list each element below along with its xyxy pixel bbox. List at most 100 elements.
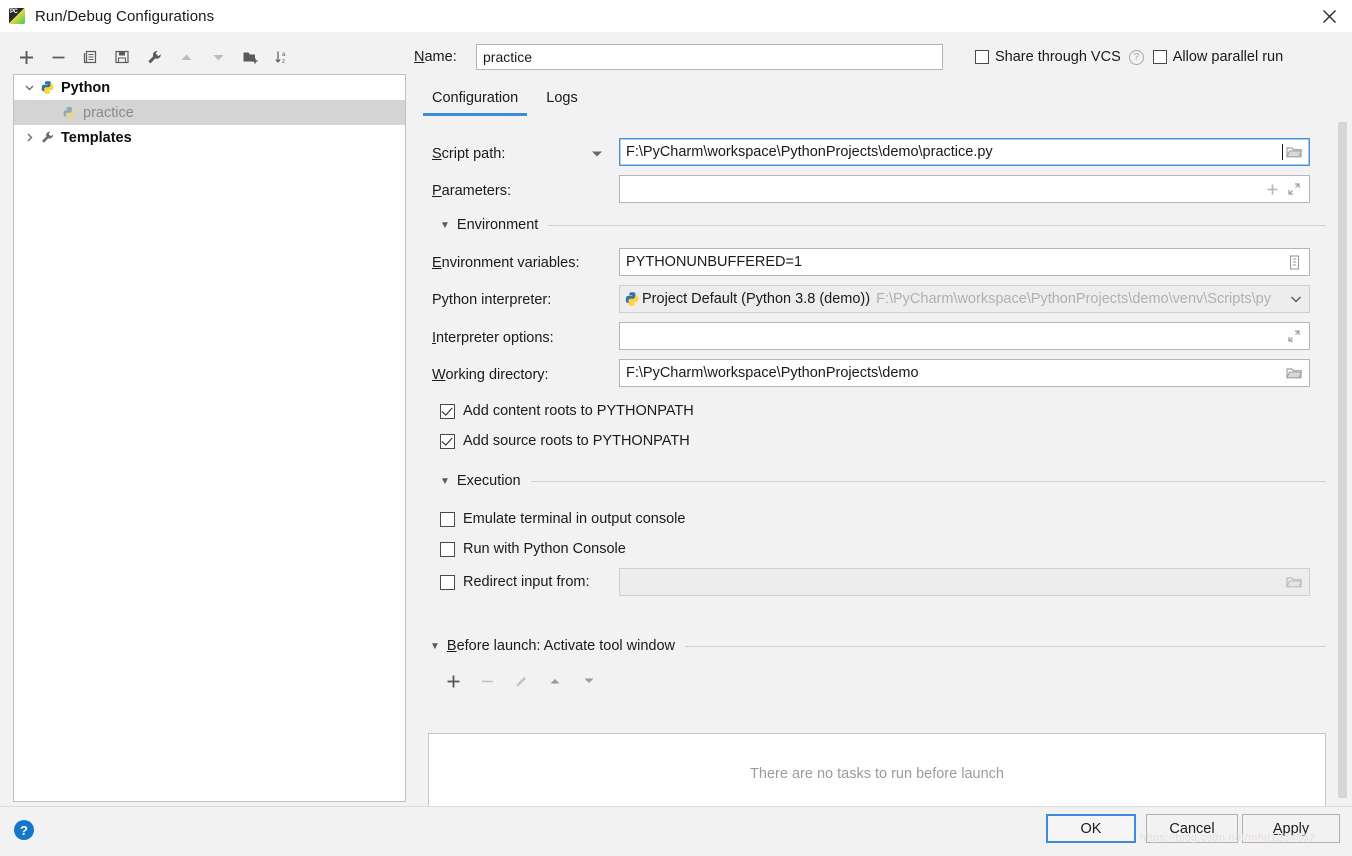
before-launch-section-header[interactable]: ▼ Before launch: Activate tool window <box>430 636 1326 656</box>
chevron-down-icon[interactable] <box>20 82 38 93</box>
folder-icon[interactable] <box>1283 575 1305 589</box>
dialog-title: Run/Debug Configurations <box>35 7 215 25</box>
execution-section-header[interactable]: ▼ Execution <box>440 471 1326 491</box>
tab-label: Configuration <box>432 90 519 106</box>
triangle-down-icon[interactable]: ▼ <box>440 476 450 487</box>
before-launch-move-up-button[interactable] <box>538 668 572 694</box>
before-launch-toolbar <box>436 668 606 694</box>
svg-text:z: z <box>282 58 285 65</box>
tree-node-label: Python <box>61 79 111 96</box>
pencil-icon[interactable] <box>504 668 538 694</box>
section-divider <box>685 645 1326 647</box>
emulate-terminal-checkbox[interactable]: Emulate terminal in output console <box>440 508 685 530</box>
svg-text:a: a <box>282 51 286 58</box>
expand-icon[interactable] <box>1283 182 1305 196</box>
tree-node-practice[interactable]: practice <box>14 100 405 125</box>
python-interpreter-label: Python interpreter: <box>432 292 552 308</box>
script-path-label: Script path: <box>432 146 506 162</box>
form-scrollbar-track[interactable] <box>1337 120 1350 806</box>
tree-node-label: Templates <box>61 129 132 146</box>
parameters-label: Parameters: <box>432 183 511 199</box>
run-with-python-console-checkbox[interactable]: Run with Python Console <box>440 538 626 560</box>
chevron-down-icon[interactable] <box>1287 295 1305 304</box>
before-launch-remove-button[interactable] <box>470 668 504 694</box>
ok-button[interactable]: OK <box>1046 814 1136 843</box>
emulate-terminal-label: Emulate terminal in output console <box>463 511 686 527</box>
execution-section-label: Execution <box>456 473 521 489</box>
configuration-form: Script path: F:\PyCharm\workspace\Python… <box>418 120 1352 806</box>
parameters-label-row: Parameters: <box>432 177 511 205</box>
list-edit-icon[interactable] <box>1283 254 1305 270</box>
python-file-icon <box>60 105 78 121</box>
interpreter-options-label-row: Interpreter options: <box>432 324 554 352</box>
redirect-input-path-field[interactable] <box>619 568 1310 596</box>
script-path-mode-chevron-down-icon[interactable] <box>588 147 606 161</box>
checkbox-box[interactable] <box>440 433 455 449</box>
share-through-vcs-label: Share through VCS <box>995 49 1121 65</box>
working-directory-input[interactable]: F:\PyCharm\workspace\PythonProjects\demo <box>619 359 1310 387</box>
tab-configuration[interactable]: Configuration <box>418 84 532 116</box>
python-interpreter-value: Project Default (Python 3.8 (demo)) <box>642 291 871 307</box>
configurations-toolbar: a z <box>10 42 410 72</box>
move-up-button[interactable] <box>170 43 202 71</box>
checkbox-box[interactable] <box>1152 50 1167 64</box>
checkbox-box[interactable] <box>440 511 455 527</box>
ok-label: OK <box>1080 820 1102 837</box>
close-icon[interactable] <box>1306 0 1352 32</box>
add-content-roots-label: Add content roots to PYTHONPATH <box>463 403 694 419</box>
add-configuration-button[interactable] <box>10 43 42 71</box>
checkbox-box[interactable] <box>975 50 989 64</box>
configuration-editor-pane: Name: Share through VCS ? Allow parallel… <box>414 36 1352 806</box>
redirect-input-checkbox[interactable]: Redirect input from: <box>440 571 590 593</box>
python-interpreter-label-row: Python interpreter: <box>432 286 551 314</box>
share-through-vcs-checkbox[interactable]: Share through VCS <box>975 49 1121 65</box>
folder-icon[interactable] <box>1283 145 1305 159</box>
folder-add-icon[interactable] <box>234 43 266 71</box>
environment-variables-label: Environment variables: <box>432 255 580 271</box>
working-directory-label: Working directory: <box>432 367 549 383</box>
python-icon <box>38 80 56 96</box>
remove-configuration-button[interactable] <box>42 43 74 71</box>
checkbox-box[interactable] <box>440 541 455 557</box>
tree-node-templates[interactable]: Templates <box>14 125 405 150</box>
allow-parallel-run-checkbox[interactable]: Allow parallel run <box>1152 49 1284 65</box>
python-interpreter-combobox[interactable]: Project Default (Python 3.8 (demo)) F:\P… <box>619 285 1310 313</box>
tab-logs[interactable]: Logs <box>532 84 591 112</box>
save-configuration-button[interactable] <box>106 43 138 71</box>
before-launch-add-button[interactable] <box>436 668 470 694</box>
name-input[interactable] <box>476 44 943 70</box>
expand-icon[interactable] <box>1283 329 1305 343</box>
add-source-roots-checkbox[interactable]: Add source roots to PYTHONPATH <box>440 430 690 452</box>
environment-variables-input[interactable]: PYTHONUNBUFFERED=1 <box>619 248 1310 276</box>
before-launch-task-list[interactable]: There are no tasks to run before launch <box>428 733 1326 806</box>
sort-az-icon[interactable]: a z <box>266 43 298 71</box>
add-content-roots-checkbox[interactable]: Add content roots to PYTHONPATH <box>440 400 694 422</box>
form-scrollbar-thumb[interactable] <box>1338 122 1347 798</box>
parameters-input[interactable] <box>619 175 1310 203</box>
add-source-roots-label: Add source roots to PYTHONPATH <box>463 433 690 449</box>
checkbox-box[interactable] <box>440 574 455 590</box>
folder-icon[interactable] <box>1283 366 1305 380</box>
wrench-icon[interactable] <box>138 43 170 71</box>
insert-macro-plus-icon[interactable] <box>1261 183 1283 196</box>
name-label: Name: <box>414 49 457 65</box>
triangle-down-icon[interactable]: ▼ <box>430 641 440 652</box>
question-icon[interactable]: ? <box>14 820 34 840</box>
triangle-down-icon[interactable]: ▼ <box>440 220 450 231</box>
configurations-tree[interactable]: Python practice Templates <box>13 74 406 802</box>
interpreter-options-label: Interpreter options: <box>432 330 554 346</box>
allow-parallel-run-label: Allow parallel run <box>1172 49 1284 65</box>
move-down-button[interactable] <box>202 43 234 71</box>
section-divider <box>530 480 1326 482</box>
chevron-right-icon[interactable] <box>20 132 38 143</box>
script-path-input[interactable]: F:\PyCharm\workspace\PythonProjects\demo… <box>619 138 1310 166</box>
interpreter-options-input[interactable] <box>619 322 1310 350</box>
copy-configuration-button[interactable] <box>74 43 106 71</box>
pycharm-icon <box>9 8 25 24</box>
before-launch-move-down-button[interactable] <box>572 668 606 694</box>
question-icon[interactable]: ? <box>1128 49 1144 65</box>
script-path-label-row: Script path: <box>432 140 505 168</box>
checkbox-box[interactable] <box>440 403 455 419</box>
environment-section-header[interactable]: ▼ Environment <box>440 215 1326 235</box>
tree-node-python[interactable]: Python <box>14 75 405 100</box>
